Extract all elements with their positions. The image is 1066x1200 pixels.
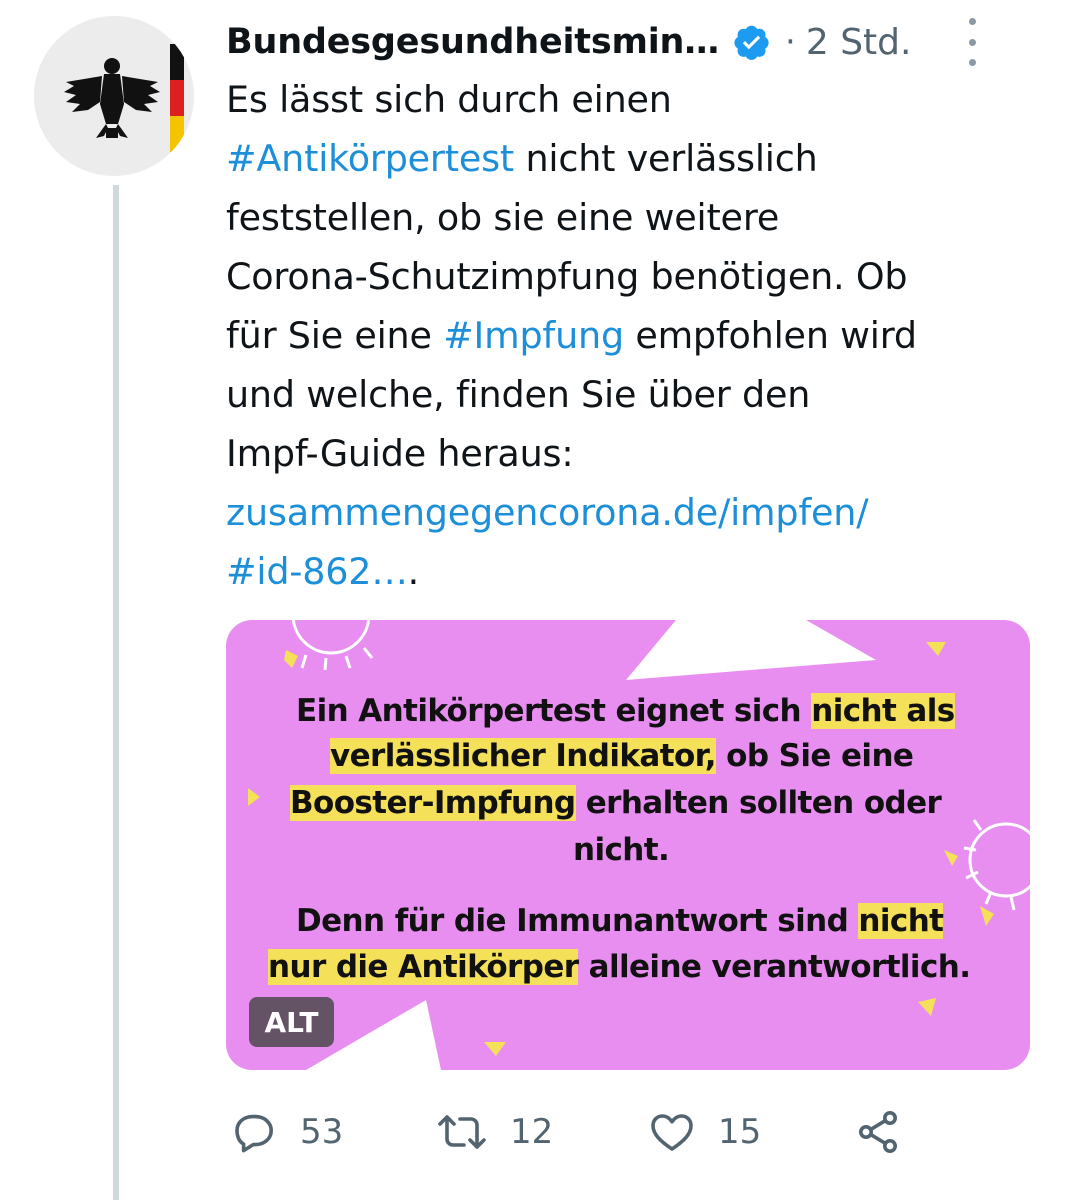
text-fragment: erhalten sollten oder [575,785,942,821]
federal-eagle-logo [64,44,184,152]
text-fragment: empfohlen wird [623,314,917,357]
url-link[interactable]: zusammengegencorona.de/impfen/ [226,483,1016,542]
text-line: für Sie eine #Impfung empfohlen wird [226,306,1016,365]
timestamp[interactable]: 2 Std. [806,22,912,63]
author-name[interactable]: Bundesgesundheitsmin… [226,22,719,62]
reply-icon [235,1114,273,1153]
thread-line [113,185,119,1200]
retweet-count: 12 [510,1112,554,1152]
retweet-icon [438,1115,486,1149]
text-line: Corona-Schutzimpfung benötigen. Ob [226,255,908,298]
text-line: #id-862…. [226,542,1016,601]
text-line: Impf-Guide heraus: [226,432,574,475]
image-text-line: Ein Antikörpertest eignet sich nicht als [296,689,955,733]
text-fragment: alleine verantwortlich. [578,949,971,985]
image-text-line: nur die Antikörper alleine verantwortlic… [268,945,971,989]
text-line: Es lässt sich durch einen [226,78,672,121]
image-text-line: verlässlicher Indikator, ob Sie eine [330,734,914,778]
text-line: und welche, finden Sie über den [226,373,811,416]
highlighted-text: verlässlicher Indikator, [330,738,717,774]
reply-button[interactable]: 53 [230,1100,343,1164]
url-link-continued[interactable]: #id-862… [226,550,408,593]
more-options-icon[interactable] [964,18,980,66]
text-fragment: für Sie eine [226,314,444,357]
highlighted-text: Booster-Impfung [290,785,576,821]
avatar[interactable] [34,16,194,176]
like-button[interactable]: 15 [648,1100,761,1164]
text-fragment: ob Sie eine [715,738,914,774]
image-text-line: nicht. [573,832,670,868]
text-fragment: Ein Antikörpertest eignet sich [296,693,812,729]
like-count: 15 [718,1112,762,1152]
tweet-header: Bundesgesundheitsmin… · 2 Std. [226,14,1026,70]
hashtag-link[interactable]: #Antikörpertest [226,137,514,180]
share-icon [859,1111,897,1153]
highlighted-text: nur die Antikörper [268,949,579,985]
highlighted-text: nicht [858,903,944,939]
text-fragment: nicht verlässlich [514,137,818,180]
retweet-button[interactable]: 12 [436,1100,553,1164]
heart-icon [651,1114,693,1151]
highlighted-text: nicht als [811,693,955,729]
text-line: #Antikörpertest nicht verlässlich [226,129,1016,188]
hashtag-link[interactable]: #Impfung [443,314,624,357]
separator-dot: · [785,22,796,62]
share-button[interactable] [854,1100,902,1164]
text-fragment: . [407,550,420,593]
image-text-line: Denn für die Immunantwort sind nicht [296,899,944,943]
verified-badge-icon [734,25,769,60]
image-text: Ein Antikörpertest eignet sich nicht als… [226,620,1030,1070]
alt-text-button[interactable]: ALT [249,997,334,1047]
tweet-actions: 53 12 15 [226,1100,1026,1164]
text-line: feststellen, ob sie eine weitere [226,196,780,239]
reply-count: 53 [300,1112,344,1152]
text-fragment: Denn für die Immunantwort sind [296,903,859,939]
tweet-image[interactable]: Ein Antikörpertest eignet sich nicht als… [226,620,1030,1070]
image-text-line: Booster-Impfung erhalten sollten oder [290,781,942,825]
tweet-text: Es lässt sich durch einen #Antikörpertes… [226,70,1016,601]
